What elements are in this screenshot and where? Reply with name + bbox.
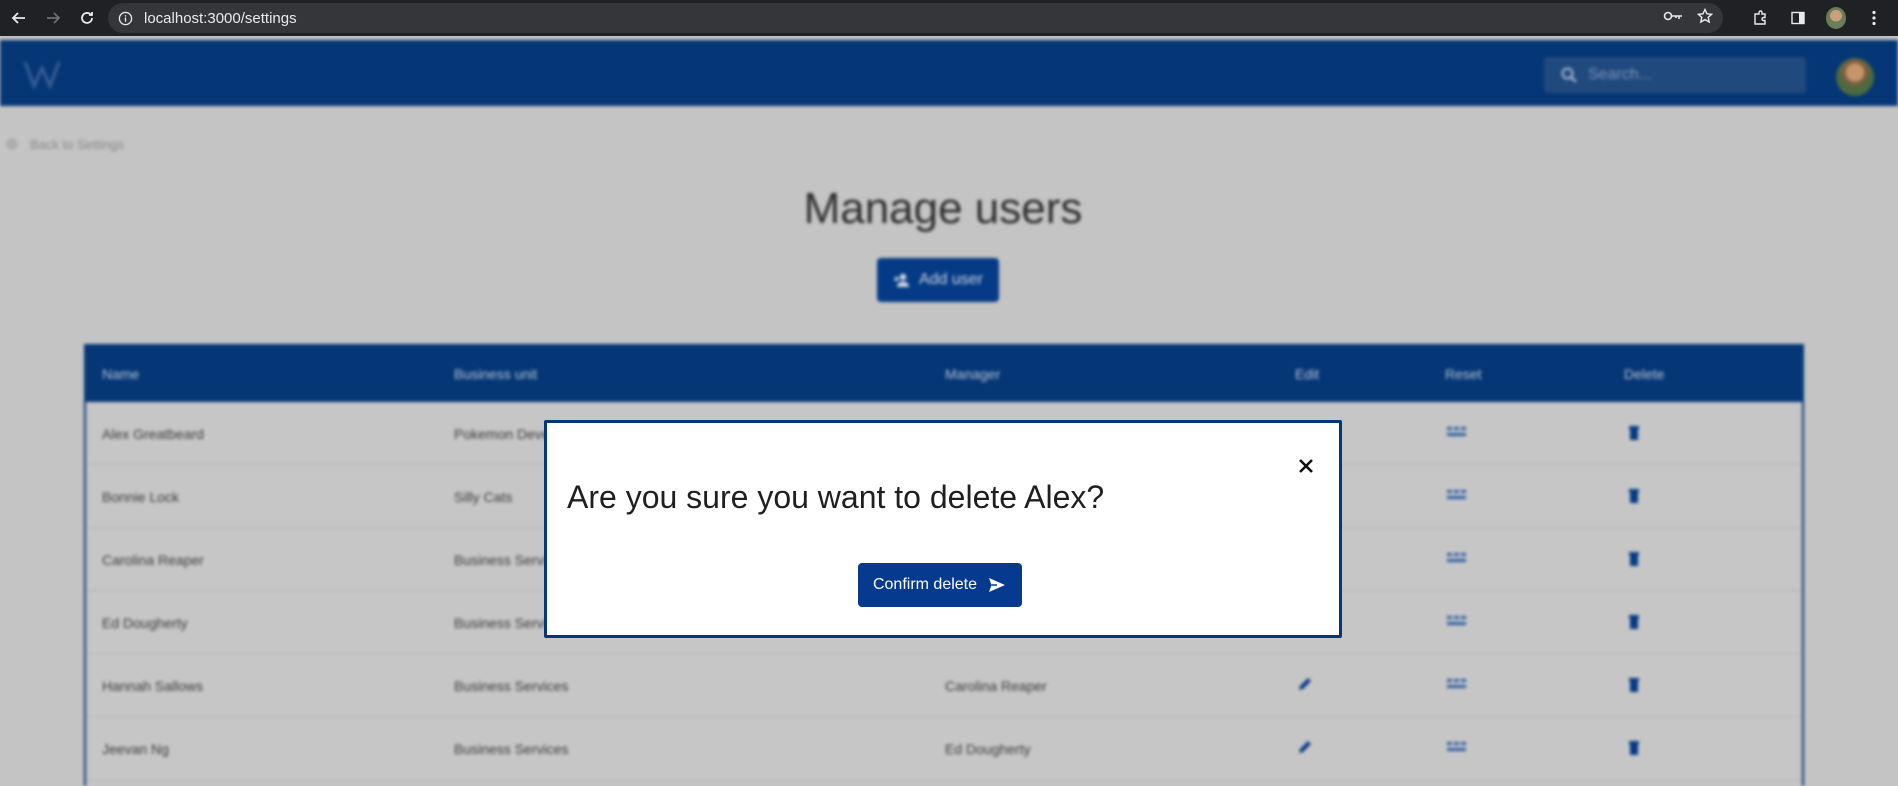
cell-name: Alex Greatbeard [102,426,204,442]
column-header-business-unit: Business unit [454,366,538,382]
cell-name: Ed Dougherty [102,615,188,631]
column-header-delete: Delete [1624,366,1665,382]
trash-icon[interactable] [1624,674,1644,694]
bookmark-star-icon[interactable] [1696,7,1714,29]
close-icon[interactable] [1297,457,1315,475]
column-header-edit: Edit [1295,366,1320,382]
trash-icon[interactable] [1624,548,1644,568]
search-icon [1561,67,1577,83]
app-header [0,40,1898,106]
column-header-manager: Manager [945,366,1001,382]
back-to-settings-link[interactable]: Back to Settings [4,136,124,152]
kebab-menu-icon[interactable] [1864,8,1884,28]
reset-icon[interactable] [1445,611,1467,631]
reset-icon[interactable] [1445,422,1467,442]
password-key-icon[interactable] [1663,9,1683,27]
cell-name: Carolina Reaper [102,552,204,568]
cell-business-unit: Pokemon Deve [454,426,550,442]
reset-icon[interactable] [1445,485,1467,505]
trash-icon[interactable] [1624,611,1644,631]
side-panel-icon[interactable] [1788,8,1808,28]
trash-icon[interactable] [1624,485,1644,505]
cell-business-unit: Business Servi [454,615,547,631]
logo-icon [22,58,68,90]
cell-manager: Ed Dougherty [945,741,1031,757]
cell-name: Hannah Sallows [102,678,204,694]
back-to-settings-label: Back to Settings [30,136,124,152]
address-bar[interactable]: localhost:3000/settings [108,3,1723,33]
trash-icon[interactable] [1624,422,1644,442]
add-user-button[interactable]: Add user [877,258,999,302]
add-user-icon [893,273,909,287]
search-input[interactable] [1588,66,1788,84]
reload-icon[interactable] [72,3,102,33]
cell-name: Jeevan Ng [102,741,169,757]
cell-business-unit: Business Services [454,741,569,757]
cell-manager: Carolina Reaper [945,678,1047,694]
pencil-icon[interactable] [1295,674,1315,694]
browser-toolbar: localhost:3000/settings [0,0,1898,36]
confirm-delete-button[interactable]: Confirm delete [858,563,1022,607]
cell-business-unit: Business Services [454,678,569,694]
extensions-icon[interactable] [1750,8,1770,28]
page-title: Manage users [803,184,1083,233]
site-info-icon[interactable] [116,9,134,27]
modal-title: Are you sure you want to delete Alex? [567,479,1105,515]
app-backdrop: Back to Settings Manage users Add user N… [0,36,1898,786]
trash-icon[interactable] [1624,737,1644,757]
table-row: Hannah Sallows Business Services Carolina … [86,654,1802,717]
reset-icon[interactable] [1445,548,1467,568]
back-arrow-icon[interactable] [4,3,34,33]
add-user-label: Add user [918,271,984,288]
table-row: Jeevan Ng Business Services Ed Dougherty [86,717,1802,780]
reset-icon[interactable] [1445,674,1467,694]
cell-business-unit: Business Servi [454,552,547,568]
column-header-reset: Reset [1445,366,1482,382]
url-text[interactable]: localhost:3000/settings [144,10,297,27]
send-icon [989,578,1006,592]
reset-icon[interactable] [1445,737,1467,757]
pencil-icon[interactable] [1295,737,1315,757]
forward-arrow-icon[interactable] [38,3,68,33]
cell-business-unit: Silly Cats [454,489,513,505]
table-header: Name Business unit Manager Edit Reset De… [86,346,1802,402]
user-avatar[interactable] [1836,58,1874,96]
column-header-name: Name [102,366,140,382]
delete-confirm-modal: Are you sure you want to delete Alex? Co… [544,420,1342,638]
confirm-delete-label: Confirm delete [872,576,978,593]
profile-avatar[interactable] [1826,7,1846,29]
gear-icon [6,138,18,150]
cell-name: Bonnie Lock [102,489,180,505]
search-box[interactable] [1544,57,1806,93]
